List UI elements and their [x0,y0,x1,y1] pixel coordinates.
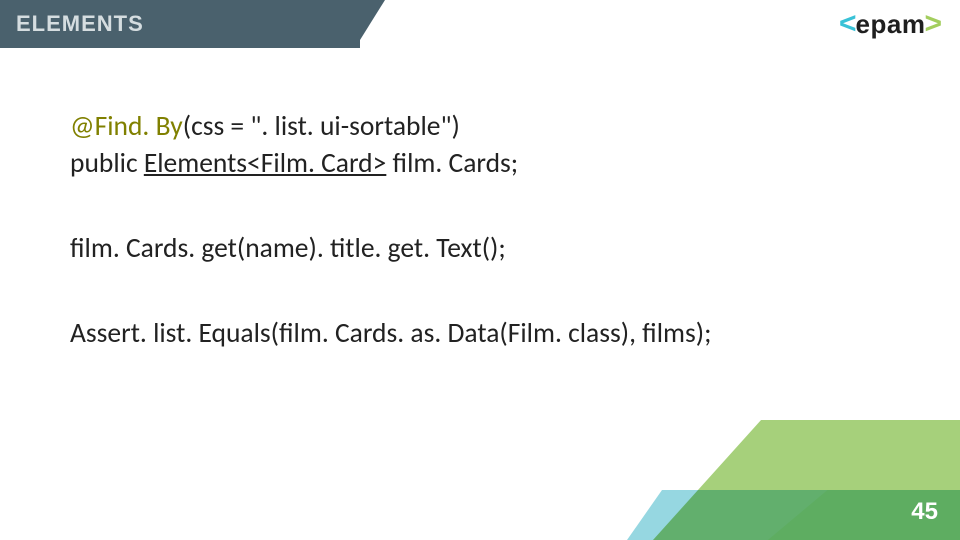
code-block-1: @Find. By(css = ". list. ui-sortable") p… [70,108,890,182]
code-type: Elements<Film. Card> [144,147,387,180]
code-line-1: @Find. By(css = ". list. ui-sortable") [70,108,890,145]
slide-content: @Find. By(css = ". list. ui-sortable") p… [0,48,960,353]
code-line-4: Assert. list. Equals(film. Cards. as. Da… [70,315,890,352]
annotation: @Find. By [70,110,183,143]
code-line-2: public Elements<Film. Card> film. Cards; [70,145,890,182]
slide-header: ELEMENTS < epam > [0,0,960,48]
slide-title: ELEMENTS [16,11,144,37]
epam-logo: < epam > [839,9,942,40]
code-text: (css = ". list. ui-sortable") [183,110,460,143]
code-text: film. Cards; [386,147,518,180]
code-line-3: film. Cards. get(name). title. get. Text… [70,230,890,267]
header-angle-decoration [355,0,385,48]
page-number: 45 [911,498,938,526]
code-block-2: film. Cards. get(name). title. get. Text… [70,230,890,267]
footer-decoration [560,420,960,540]
footer-shape-teal [578,490,960,540]
logo-brand-text: epam [855,9,927,40]
code-text: public [70,147,144,180]
code-block-3: Assert. list. Equals(film. Cards. as. Da… [70,315,890,352]
logo-chevron-right-icon: > [924,9,942,39]
